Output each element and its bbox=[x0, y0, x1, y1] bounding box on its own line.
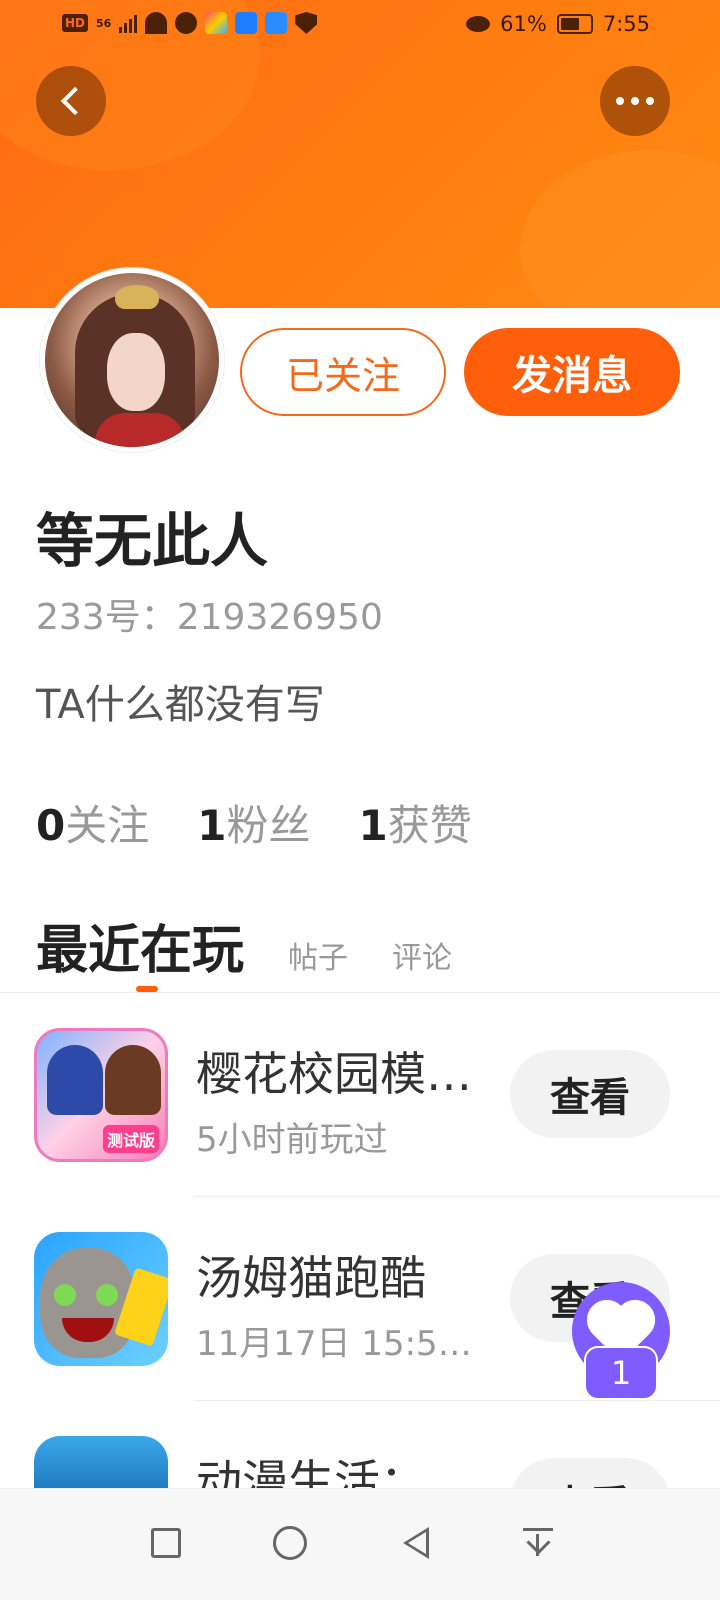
view-button[interactable]: 查看 bbox=[510, 1050, 670, 1138]
home-button[interactable] bbox=[260, 1513, 320, 1573]
list-item[interactable]: 动漫生活： 查看 bbox=[0, 1402, 720, 1488]
stat-label: 粉丝 bbox=[226, 801, 311, 850]
battery-percent: 61% bbox=[500, 12, 547, 36]
tab-recently-playing[interactable]: 最近在玩 bbox=[36, 908, 245, 992]
tab-comments[interactable]: 评论 bbox=[392, 933, 452, 977]
more-dots-icon bbox=[616, 97, 654, 105]
stats-row: 0关注 1粉丝 1获赞 bbox=[36, 792, 472, 853]
back-nav-button[interactable] bbox=[386, 1513, 446, 1573]
stat-label: 关注 bbox=[65, 801, 150, 850]
battery-icon bbox=[556, 14, 593, 34]
weather-icon bbox=[265, 12, 288, 34]
avatar[interactable] bbox=[40, 268, 224, 452]
like-count-badge[interactable]: 1 bbox=[584, 1346, 658, 1400]
divider bbox=[194, 1196, 720, 1197]
game-icon: 测试版 bbox=[34, 1028, 168, 1162]
triangle-back-icon bbox=[403, 1527, 429, 1559]
stat-number: 0 bbox=[36, 801, 66, 850]
profile-tabs: 最近在玩 帖子 评论 bbox=[36, 908, 452, 992]
hd-icon: HD bbox=[62, 14, 89, 32]
recent-apps-button[interactable] bbox=[136, 1513, 196, 1573]
more-button[interactable] bbox=[600, 66, 670, 136]
stat-number: 1 bbox=[358, 801, 388, 850]
download-arrow-icon bbox=[523, 1526, 553, 1560]
signal-icon bbox=[119, 13, 138, 33]
game-played-time: 5小时前玩过 bbox=[196, 1120, 388, 1160]
stat-followers[interactable]: 1粉丝 bbox=[197, 792, 310, 853]
wechat-icon bbox=[175, 12, 198, 34]
bio: TA什么都没有写 bbox=[36, 682, 325, 728]
app-notification-icon bbox=[205, 12, 228, 34]
game-name: 樱花校园模拟器 bbox=[196, 1047, 492, 1101]
game-icon bbox=[34, 1436, 168, 1488]
stat-following[interactable]: 0关注 bbox=[36, 792, 149, 853]
network-type: 56 bbox=[96, 16, 112, 30]
divider bbox=[0, 992, 720, 993]
followed-button[interactable]: 已关注 bbox=[240, 328, 446, 416]
username: 等无此人 bbox=[36, 507, 269, 575]
stat-likes[interactable]: 1获赞 bbox=[359, 792, 472, 853]
view-button[interactable]: 查看 bbox=[510, 1458, 670, 1488]
system-nav-bar bbox=[0, 1488, 720, 1600]
bulb-icon bbox=[235, 12, 258, 34]
profile-banner: HD 56 61% 7:55 bbox=[0, 0, 720, 308]
chevron-left-icon bbox=[60, 86, 90, 116]
user-id: 233号：219326950 bbox=[36, 597, 383, 638]
tab-label: 最近在玩 bbox=[36, 921, 245, 981]
square-icon bbox=[151, 1528, 181, 1558]
circle-icon bbox=[273, 1526, 307, 1560]
stat-label: 获赞 bbox=[387, 801, 472, 850]
clock: 7:55 bbox=[602, 12, 650, 36]
tab-posts[interactable]: 帖子 bbox=[288, 933, 348, 977]
shield-icon bbox=[295, 12, 318, 34]
notification-pull-button[interactable] bbox=[508, 1513, 568, 1573]
beta-badge: 测试版 bbox=[102, 1125, 159, 1153]
game-icon bbox=[34, 1232, 168, 1366]
eye-icon bbox=[466, 16, 491, 32]
game-name: 动漫生活： bbox=[196, 1455, 426, 1488]
divider bbox=[194, 1400, 720, 1401]
status-bar: HD 56 61% 7:55 bbox=[0, 0, 720, 50]
wifi-icon bbox=[145, 12, 168, 34]
stat-number: 1 bbox=[197, 801, 227, 850]
list-item[interactable]: 测试版 樱花校园模拟器 5小时前玩过 查看 bbox=[0, 994, 720, 1198]
game-played-time: 11月17日 15:56玩过 bbox=[196, 1324, 472, 1364]
back-button[interactable] bbox=[36, 66, 106, 136]
send-message-button[interactable]: 发消息 bbox=[464, 328, 680, 416]
game-name: 汤姆猫跑酷 bbox=[196, 1251, 426, 1305]
